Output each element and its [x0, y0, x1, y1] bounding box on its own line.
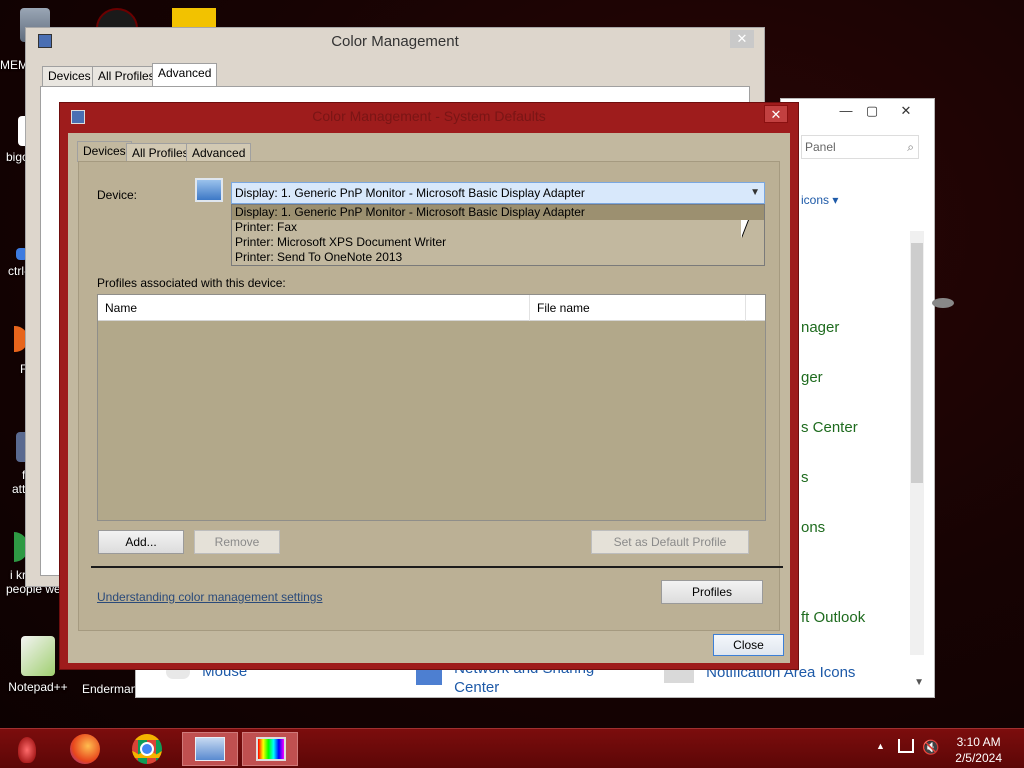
- mouse-cursor-icon: [741, 220, 748, 238]
- list-header: Name File name: [98, 295, 765, 321]
- chevron-down-icon: ▾: [832, 193, 839, 207]
- minimize-button[interactable]: —: [833, 101, 859, 121]
- cp-link-4[interactable]: s: [801, 469, 809, 486]
- desktop-icon-bigo[interactable]: bigo: [0, 116, 28, 164]
- separator: [91, 566, 783, 568]
- control-panel-search-input[interactable]: Panel ⌕: [801, 135, 919, 159]
- firefox-icon: [70, 734, 100, 764]
- close-dialog-button[interactable]: Close: [713, 634, 784, 656]
- dropdown-option[interactable]: Printer: Fax: [232, 220, 764, 235]
- control-panel-icon: [195, 737, 225, 761]
- start-button[interactable]: [10, 733, 42, 765]
- window-icon: [38, 34, 52, 48]
- dialog-client: Devices All Profiles Advanced Device: Di…: [68, 133, 790, 663]
- maximize-button[interactable]: ▢: [859, 101, 885, 121]
- device-select[interactable]: Display: 1. Generic PnP Monitor - Micros…: [231, 182, 765, 204]
- start-icon: [18, 737, 36, 763]
- desktop-decoration: [932, 298, 954, 308]
- desktop-icon-mem[interactable]: MEM: [0, 58, 28, 72]
- cp-link-6[interactable]: ft Outlook: [801, 609, 865, 626]
- clock-date: 2/5/2024: [955, 751, 1002, 765]
- device-label: Device:: [97, 188, 138, 202]
- profiles-button[interactable]: Profiles: [661, 580, 763, 604]
- taskbar-firefox[interactable]: [58, 732, 114, 766]
- clock-time: 3:10 AM: [956, 735, 1001, 749]
- devices-panel: Device: Display: 1. Generic PnP Monitor …: [78, 161, 783, 631]
- device-selected-value: Display: 1. Generic PnP Monitor - Micros…: [235, 186, 585, 200]
- desktop-icon-label: MEM: [0, 58, 28, 72]
- tab-devices[interactable]: Devices: [77, 141, 132, 162]
- tab-advanced[interactable]: Advanced: [186, 143, 252, 163]
- chevron-down-icon: ▼: [750, 187, 760, 198]
- control-panel-window: — ▢ ✕ Panel ⌕ icons ▾ nager ger s Center…: [780, 98, 935, 698]
- volume-muted-icon[interactable]: 🔇: [922, 739, 939, 756]
- close-button[interactable]: ✕: [764, 105, 788, 123]
- dialog-title: Color Management - System Defaults: [312, 108, 546, 124]
- view-by-label: icons: [801, 193, 830, 207]
- control-panel-titlebar: — ▢ ✕: [781, 99, 934, 127]
- cp-link-1[interactable]: nager: [801, 319, 839, 336]
- chrome-center: [140, 742, 154, 756]
- vertical-scrollbar[interactable]: [910, 231, 924, 689]
- remove-button[interactable]: Remove: [194, 530, 280, 554]
- network-icon[interactable]: [898, 739, 914, 753]
- add-button[interactable]: Add...: [98, 530, 184, 554]
- cp-link-5[interactable]: ons: [801, 519, 825, 536]
- desktop-icon-ctrl[interactable]: ctrl-: [0, 248, 28, 278]
- column-header-name[interactable]: Name: [98, 295, 530, 321]
- monitor-icon: [195, 178, 223, 202]
- close-button[interactable]: ✕: [893, 101, 919, 121]
- tab-advanced[interactable]: Advanced: [152, 63, 218, 86]
- column-header-filename[interactable]: File name: [530, 295, 746, 321]
- taskbar-control-panel[interactable]: [182, 732, 238, 766]
- desktop-icon-label: Notepad++: [8, 680, 68, 694]
- tray-overflow-icon[interactable]: ▲: [876, 741, 885, 751]
- clock[interactable]: 3:10 AM 2/5/2024: [955, 734, 1002, 766]
- cp-link-3[interactable]: s Center: [801, 419, 858, 436]
- set-default-profile-button[interactable]: Set as Default Profile: [591, 530, 749, 554]
- understanding-color-link[interactable]: Understanding color management settings: [97, 590, 322, 604]
- tab-devices[interactable]: Devices: [42, 66, 97, 86]
- scrollbar-thumb[interactable]: [911, 243, 923, 483]
- window-title: Color Management: [331, 33, 459, 50]
- dropdown-option[interactable]: Printer: Microsoft XPS Document Writer: [232, 235, 764, 250]
- tab-all-profiles[interactable]: All Profiles: [126, 143, 195, 163]
- dropdown-option[interactable]: Printer: Send To OneNote 2013: [232, 250, 764, 265]
- notepadpp-icon: [21, 636, 55, 676]
- taskbar-chrome[interactable]: [120, 732, 176, 766]
- cp-link-2[interactable]: ger: [801, 369, 823, 386]
- system-defaults-dialog: Color Management - System Defaults ✕ Dev…: [59, 102, 799, 670]
- desktop-icon-firefox-shortcut[interactable]: F: [0, 326, 28, 376]
- device-dropdown-list: Display: 1. Generic PnP Monitor - Micros…: [231, 204, 765, 266]
- color-management-icon: [256, 737, 286, 761]
- search-icon: ⌕: [907, 140, 914, 154]
- taskbar: ▲ 🔇 3:10 AM 2/5/2024: [0, 728, 1024, 768]
- desktop-icon-enderman[interactable]: Enderman: [80, 682, 136, 696]
- view-by-dropdown[interactable]: icons ▾: [801, 193, 838, 207]
- taskbar-color-management[interactable]: [242, 732, 298, 766]
- dropdown-option[interactable]: Display: 1. Generic PnP Monitor - Micros…: [232, 205, 764, 220]
- profiles-list[interactable]: Name File name: [97, 294, 766, 521]
- desktop-icon-label: Enderman: [82, 682, 136, 696]
- scroll-down-arrow-icon[interactable]: ▼: [914, 677, 924, 688]
- search-placeholder: Panel: [805, 140, 836, 154]
- tab-all-profiles[interactable]: All Profiles: [92, 66, 161, 86]
- profiles-label: Profiles associated with this device:: [97, 276, 286, 290]
- dialog-titlebar: Color Management - System Defaults ✕: [60, 103, 798, 131]
- close-button[interactable]: ✕: [730, 30, 754, 48]
